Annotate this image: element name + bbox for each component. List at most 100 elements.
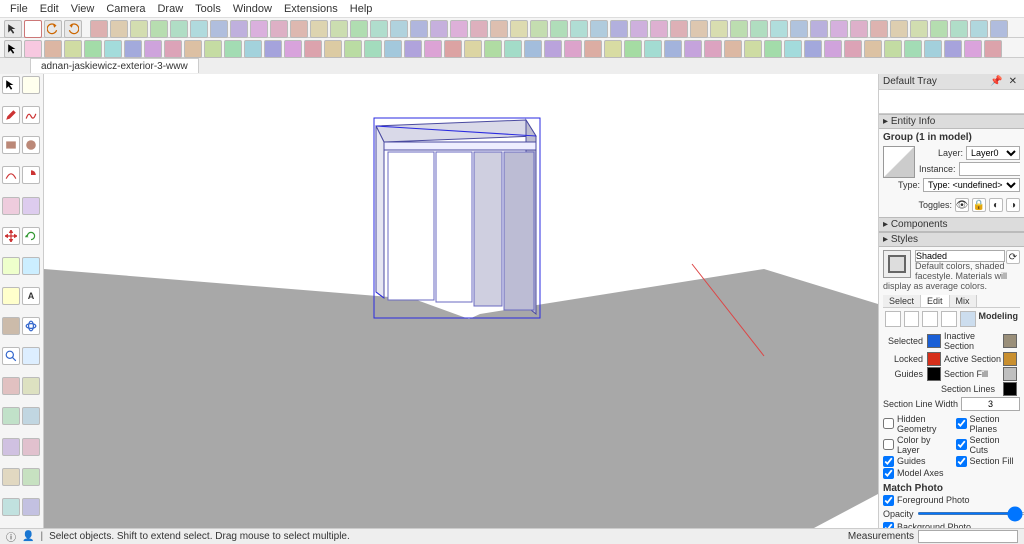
menu-camera[interactable]: Camera [100,2,151,16]
toolbar1-btn-23[interactable] [550,20,568,38]
measurements-input[interactable] [918,530,1018,543]
model-tab[interactable]: adnan-jaskiewicz-exterior-3-www [30,58,199,73]
status-info-icon[interactable]: ⓘ [6,529,16,544]
side-orbit-icon[interactable] [22,317,40,335]
cursor-icon[interactable] [4,20,22,38]
toolbar1-btn-32[interactable] [730,20,748,38]
side-move-icon[interactable] [2,227,20,245]
edge-settings-icon[interactable] [885,311,901,327]
toolbar2-btn-32[interactable] [684,40,702,58]
toolbar2-btn-27[interactable] [584,40,602,58]
toolbar2-btn-39[interactable] [824,40,842,58]
inactive-section-swatch[interactable] [1003,334,1017,348]
chk-guides[interactable] [883,456,894,467]
toolbar1-btn-10[interactable] [290,20,308,38]
toolbar1-btn-22[interactable] [530,20,548,38]
toolbar2-btn-19[interactable] [424,40,442,58]
toolbar2-btn-43[interactable] [904,40,922,58]
side-zoom-icon[interactable] [2,347,20,365]
toolbar2-btn-46[interactable] [964,40,982,58]
side-scale-icon[interactable] [2,257,20,275]
toggle-visible-icon[interactable]: 👁 [955,198,969,212]
toolbar2-btn-7[interactable] [184,40,202,58]
side-misc-9[interactable] [22,498,40,516]
side-select-icon[interactable] [2,76,20,94]
toolbar1-btn-33[interactable] [750,20,768,38]
toolbar2-btn-42[interactable] [884,40,902,58]
toolbar1-btn-21[interactable] [510,20,528,38]
toolbar1-btn-31[interactable] [710,20,728,38]
toolbar2-btn-40[interactable] [844,40,862,58]
toolbar1-btn-38[interactable] [850,20,868,38]
side-tape-icon[interactable] [2,287,20,305]
fg-opacity-slider[interactable] [917,512,1024,515]
side-circle-icon[interactable] [22,136,40,154]
toolbar1-btn-36[interactable] [810,20,828,38]
tray-pin-icon[interactable]: 📌 [987,76,1005,87]
toolbar2-btn-11[interactable] [264,40,282,58]
toolbar2-btn-5[interactable] [144,40,162,58]
toolbar2-btn-34[interactable] [724,40,742,58]
toolbar2-btn-0[interactable] [44,40,62,58]
side-misc-8[interactable] [2,498,20,516]
toolbar2-btn-9[interactable] [224,40,242,58]
active-section-swatch[interactable] [1003,352,1017,366]
side-misc-7[interactable] [22,468,40,486]
toolbar1-btn-14[interactable] [370,20,388,38]
toolbar2-btn-33[interactable] [704,40,722,58]
toolbar2-btn-36[interactable] [764,40,782,58]
toolbar1-btn-25[interactable] [590,20,608,38]
toolbar1-btn-5[interactable] [190,20,208,38]
chk-color-layer[interactable] [883,439,894,450]
toolbar2-btn-41[interactable] [864,40,882,58]
toolbar1-btn-9[interactable] [270,20,288,38]
entity-info-header[interactable]: ▸ Entity Info [879,114,1024,129]
toolbar1-btn-19[interactable] [470,20,488,38]
menu-extensions[interactable]: Extensions [278,2,344,16]
menu-edit[interactable]: Edit [34,2,65,16]
style-update-icon[interactable]: ⟳ [1006,250,1020,264]
toolbar2-btn-10[interactable] [244,40,262,58]
toolbar2-btn-18[interactable] [404,40,422,58]
side-pencil-icon[interactable] [2,106,20,124]
side-misc-4[interactable] [2,438,20,456]
side-arc-icon[interactable] [2,166,20,184]
undo-icon[interactable] [44,20,62,38]
toolbar2-btn-14[interactable] [324,40,342,58]
styles-tab-select[interactable]: Select [883,295,921,307]
menu-help[interactable]: Help [344,2,379,16]
toolbar2-btn-4[interactable] [124,40,142,58]
toolbar1-btn-3[interactable] [150,20,168,38]
section-fill-swatch[interactable] [1003,367,1017,381]
type-select[interactable]: Type: <undefined> [923,178,1020,192]
toolbar2-btn-21[interactable] [464,40,482,58]
modeling-settings-icon[interactable] [960,311,976,327]
toolbar1-btn-28[interactable] [650,20,668,38]
toolbar1-btn-13[interactable] [350,20,368,38]
toolbar1-btn-30[interactable] [690,20,708,38]
toolbar2-btn-28[interactable] [604,40,622,58]
box-icon[interactable] [24,20,42,38]
chk-section-cuts[interactable] [956,439,967,450]
toolbar1-btn-6[interactable] [210,20,228,38]
side-rect-icon[interactable] [2,136,20,154]
side-misc-5[interactable] [22,438,40,456]
menu-tools[interactable]: Tools [189,2,227,16]
chk-model-axes[interactable] [883,468,894,479]
select-tool-icon[interactable] [4,40,22,58]
toolbar1-btn-15[interactable] [390,20,408,38]
toolbar2-btn-15[interactable] [344,40,362,58]
styles-tab-mix[interactable]: Mix [950,295,977,307]
components-header[interactable]: ▸ Components [879,217,1024,232]
toolbar2-btn-37[interactable] [784,40,802,58]
toolbar2-btn-6[interactable] [164,40,182,58]
toolbar1-btn-7[interactable] [230,20,248,38]
toolbar1-btn-39[interactable] [870,20,888,38]
side-freehand-icon[interactable] [22,106,40,124]
toolbar2-btn-13[interactable] [304,40,322,58]
toolbar1-btn-44[interactable] [970,20,988,38]
side-rotate-icon[interactable] [22,227,40,245]
toolbar1-btn-20[interactable] [490,20,508,38]
toolbar2-btn-1[interactable] [64,40,82,58]
toolbar1-btn-11[interactable] [310,20,328,38]
